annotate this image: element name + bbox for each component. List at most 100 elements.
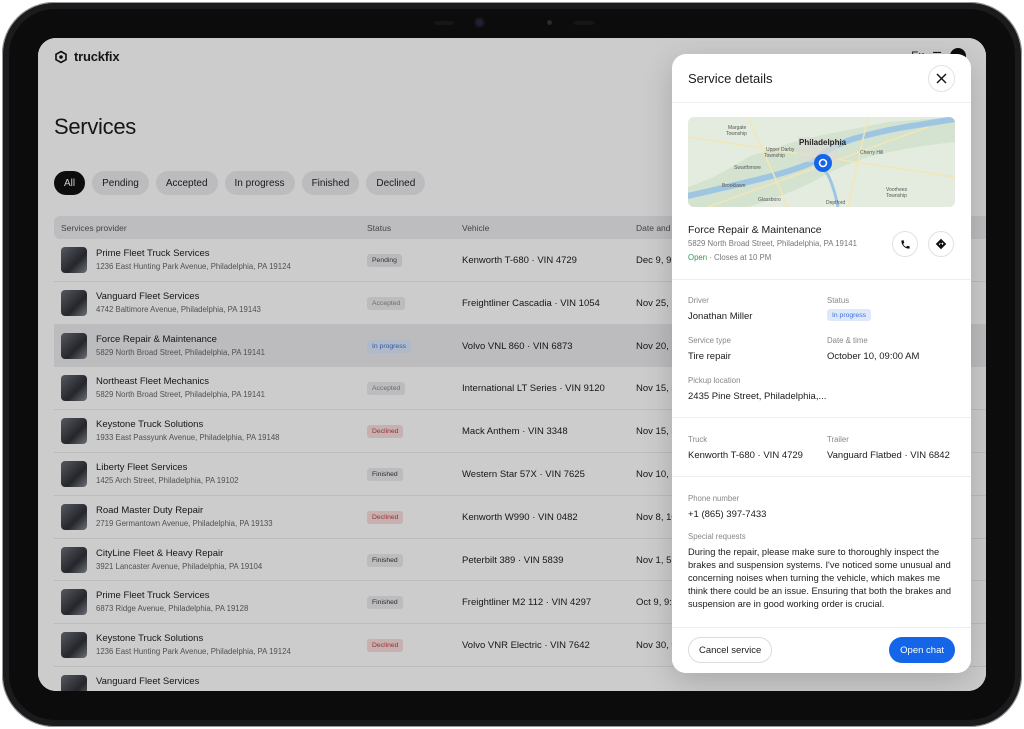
provider-name: Force Repair & Maintenance (688, 224, 822, 236)
closing-time: · Closes at 10 PM (709, 253, 772, 262)
provider-address: 1236 East Hunting Park Avenue, Philadelp… (96, 647, 291, 657)
provider-address: 1425 Arch Street, Philadelphia, PA 19102 (96, 475, 239, 485)
provider-thumbnail (61, 332, 87, 359)
date-time: Nov 8, 10 (636, 511, 677, 523)
provider-name: Force Repair & Maintenance (96, 333, 217, 345)
trailer-label: Trailer (827, 435, 849, 444)
map-place: Township (886, 193, 907, 199)
app-name: truckfix (74, 49, 120, 64)
driver-label: Driver (688, 296, 709, 305)
app-logo[interactable]: truckfix (54, 49, 120, 64)
sensor (574, 21, 594, 25)
provider-name: CityLine Fleet & Heavy Repair (96, 547, 224, 559)
date-time: Nov 25, 1 (636, 297, 677, 309)
provider-address: 1933 East Passyunk Avenue, Philadelphia,… (96, 433, 280, 443)
col-provider[interactable]: Services provider (61, 223, 127, 233)
provider-name: Vanguard Fleet Services (96, 290, 200, 302)
vehicle: Kenworth W990 · VIN 0482 (462, 511, 578, 523)
screen: truckfix Ex ☰ Services All Pending Accep… (38, 38, 986, 691)
vehicle: Volvo VNR Electric · VIN 7642 (462, 640, 590, 652)
status-badge: Declined (367, 425, 404, 439)
provider-thumbnail (61, 503, 87, 530)
map-place: Cherry Hill (860, 150, 884, 156)
map-place: Deptford (826, 200, 846, 206)
date-time: Nov 15, 3 (636, 383, 677, 395)
vehicle: Western Star 57X · VIN 7625 (462, 468, 585, 480)
vehicle: Mack Anthem · VIN 3348 (462, 426, 568, 438)
map-place: Township (764, 153, 785, 159)
phone-value[interactable]: +1 (865) 397-7433 (688, 509, 766, 520)
provider-name: Vanguard Fleet Services (96, 675, 200, 687)
status-badge: Finished (367, 553, 403, 567)
filter-in-progress[interactable]: In progress (224, 171, 295, 195)
provider-address: 5829 North Broad Street, Philadelphia, P… (96, 347, 265, 357)
pickup-value: 2435 Pine Street, Philadelphia,... (688, 391, 827, 402)
provider-address: 5829 North Broad Street, Philadelphia, P… (96, 390, 265, 400)
map[interactable]: Philadelphia Margate Township Upper Darb… (688, 117, 955, 207)
provider-address: 3921 Lancaster Avenue, Philadelphia, PA … (96, 561, 263, 571)
provider-name: Road Master Duty Repair (96, 504, 204, 516)
services-app: truckfix Ex ☰ Services All Pending Accep… (38, 38, 986, 691)
filter-finished[interactable]: Finished (301, 171, 360, 195)
provider-thumbnail (61, 375, 87, 402)
date-time: Dec 9, 9: (636, 255, 675, 266)
status-badge: Declined (367, 510, 404, 524)
provider-thumbnail (61, 546, 87, 573)
date-time: Nov 20, 1 (636, 340, 677, 352)
provider-address: 2719 Germantown Avenue, Philadelphia, PA… (96, 518, 273, 528)
provider-name: Keystone Truck Solutions (96, 419, 204, 431)
service-details-panel: Service details Philadelphia Margate Tow… (672, 54, 971, 673)
filter-pending[interactable]: Pending (92, 171, 149, 195)
cancel-service-button[interactable]: Cancel service (688, 637, 773, 663)
provider-thumbnail (61, 460, 87, 487)
filter-declined[interactable]: Declined (366, 171, 426, 195)
col-vehicle[interactable]: Vehicle (462, 223, 489, 233)
provider-hours: Open · Closes at 10 PM (688, 253, 771, 262)
map-place: Glassboro (758, 197, 781, 203)
provider-thumbnail (61, 289, 87, 316)
datetime-value: October 10, 09:00 AM (827, 351, 920, 362)
filter-accepted[interactable]: Accepted (155, 171, 218, 195)
status-badge: Pending (367, 254, 402, 267)
panel-footer: Cancel service Open chat (672, 627, 971, 673)
status-badge: In progress (367, 339, 412, 353)
close-button[interactable] (928, 65, 955, 92)
col-date[interactable]: Date and t (636, 223, 675, 233)
status-label: Status (827, 296, 850, 305)
sensor-dot (547, 20, 552, 25)
status-badge: Finished (367, 467, 403, 481)
divider (672, 279, 971, 280)
datetime-label: Date & time (827, 336, 868, 345)
vehicle: Freightliner Cascadia · VIN 1054 (462, 297, 600, 309)
open-chat-button[interactable]: Open chat (889, 637, 955, 663)
trailer-value: Vanguard Flatbed · VIN 6842 (827, 450, 950, 461)
provider-thumbnail (61, 589, 87, 616)
close-icon (936, 73, 947, 84)
vehicle: Kenworth T-680 · VIN 4729 (462, 255, 577, 266)
service-type-label: Service type (688, 336, 731, 345)
page-title: Services (54, 114, 136, 139)
status-badge: Accepted (367, 382, 406, 396)
filter-all[interactable]: All (54, 171, 86, 195)
phone-icon (900, 239, 910, 249)
vehicle: Volvo VNL 860 · VIN 6873 (462, 340, 573, 352)
provider-name: Keystone Truck Solutions (96, 633, 204, 645)
open-status: Open (688, 253, 708, 262)
truck-value: Kenworth T-680 · VIN 4729 (688, 450, 803, 461)
col-status[interactable]: Status (367, 223, 391, 233)
date-time: Oct 9, 9: (636, 597, 672, 609)
pickup-label: Pickup location (688, 376, 741, 385)
panel-title: Service details (688, 71, 773, 86)
service-type-value: Tire repair (688, 351, 731, 362)
date-time: Nov 30, 9 (636, 640, 677, 652)
special-requests-text: During the repair, please make sure to t… (688, 547, 952, 609)
vehicle: Freightliner M2 112 · VIN 4297 (462, 597, 592, 609)
vehicle: Peterbilt 389 · VIN 5839 (462, 554, 564, 566)
call-button[interactable] (892, 231, 918, 257)
provider-address: 4742 Baltimore Avenue, Philadelphia, PA … (96, 304, 261, 314)
directions-button[interactable] (928, 231, 954, 257)
provider-thumbnail (61, 674, 87, 691)
truckfix-logo-icon (55, 50, 67, 63)
vehicle: International LT Series · VIN 9120 (462, 383, 605, 395)
provider-name: Liberty Fleet Services (96, 461, 188, 473)
